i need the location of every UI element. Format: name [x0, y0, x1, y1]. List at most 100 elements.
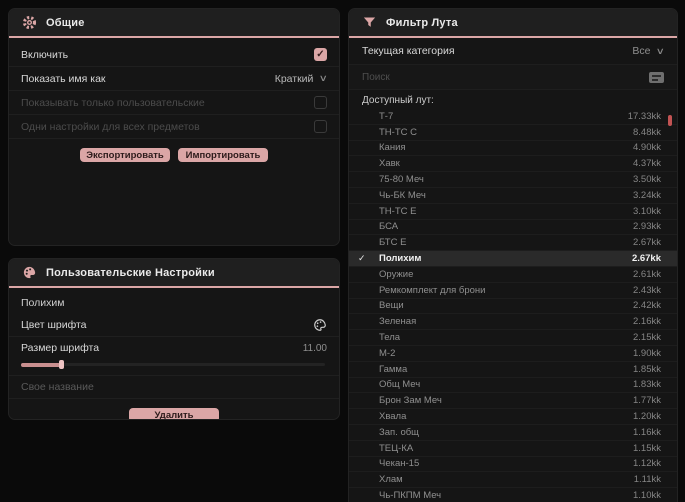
custom-settings-header: Пользовательские Настройки	[9, 259, 339, 288]
loot-item-value: 1.16kk	[633, 426, 661, 438]
loot-item-name: ТН-ТС С	[379, 126, 417, 138]
general-panel: Общие Включить ✓ Показать имя как Кратки…	[8, 8, 340, 246]
font-size-label: Размер шрифта	[21, 342, 100, 354]
loot-row[interactable]: ✓ Вещи 2.42kk	[349, 299, 677, 315]
loot-filter-body: Текущая категория Все ∨ Доступный лут: ✓…	[349, 38, 677, 502]
category-dropdown[interactable]: Все ∨	[632, 45, 666, 57]
loot-item-name: Зеленая	[379, 316, 417, 328]
loot-row[interactable]: ✓ М-2 1.90kk	[349, 346, 677, 362]
font-color-row: Цвет шрифта	[9, 314, 339, 337]
loot-item-value: 1.11kk	[633, 474, 661, 486]
loot-item-name: Полихим	[379, 253, 422, 265]
loot-item-value: 1.77kk	[633, 395, 661, 407]
font-size-slider[interactable]	[21, 359, 325, 370]
loot-item-value: 3.10kk	[633, 205, 661, 217]
loot-item-value: 2.67kk	[633, 237, 661, 249]
loot-item-value: 1.20kk	[633, 411, 661, 423]
loot-item-value: 2.43kk	[633, 284, 661, 296]
show-name-label: Показать имя как	[21, 72, 106, 85]
loot-row[interactable]: ✓ Ремкомплект для брони 2.43kk	[349, 283, 677, 299]
funnel-icon	[362, 15, 377, 30]
chevron-down-icon: ∨	[656, 45, 666, 56]
only-custom-checkbox[interactable]	[314, 96, 327, 109]
loot-item-name: Т-7	[379, 110, 394, 122]
enable-checkbox[interactable]: ✓	[314, 48, 327, 61]
export-button[interactable]: Экспортировать	[80, 148, 170, 162]
same-settings-checkbox[interactable]	[314, 120, 327, 133]
custom-name-row	[9, 376, 339, 399]
loot-item-name: Вещи	[379, 300, 404, 312]
loot-item-name: Гамма	[379, 363, 408, 375]
loot-item-name: М-2	[379, 347, 396, 359]
current-item-name: Полихим	[21, 297, 65, 309]
font-size-value: 11.00	[302, 342, 327, 354]
loot-row[interactable]: ✓ Хвала 1.20kk	[349, 409, 677, 425]
loot-item-name: 75-80 Меч	[379, 174, 424, 186]
custom-settings-title: Пользовательские Настройки	[46, 266, 215, 279]
custom-settings-panel: Пользовательские Настройки Полихим Цвет …	[8, 258, 340, 420]
search-row	[349, 65, 677, 90]
loot-item-value: 2.61kk	[633, 268, 661, 280]
loot-row[interactable]: ✓ Тела 2.15kk	[349, 330, 677, 346]
loot-row[interactable]: ✓ 75-80 Меч 3.50kk	[349, 172, 677, 188]
loot-item-name: Хлам	[379, 474, 403, 486]
loot-item-name: Зап. общ	[379, 426, 419, 438]
loot-item-name: БТС Е	[379, 237, 407, 249]
loot-row[interactable]: ✓ Кания 4.90kk	[349, 141, 677, 157]
loot-item-value: 1.90kk	[633, 347, 661, 359]
general-panel-body: Включить ✓ Показать имя как Краткий ∨ По…	[9, 38, 339, 162]
loot-row[interactable]: ✓ Брон Зам Меч 1.77kk	[349, 393, 677, 410]
loot-row[interactable]: ✓ Чь-БК Меч 3.24kk	[349, 188, 677, 204]
loot-row[interactable]: ✓ Зап. общ 1.16kk	[349, 425, 677, 441]
loot-item-name: Оружие	[379, 268, 414, 280]
loot-row[interactable]: ✓ Общ Меч 1.83kk	[349, 378, 677, 394]
loot-item-value: 3.24kk	[633, 189, 661, 201]
loot-item-value: 4.37kk	[633, 158, 661, 170]
loot-item-name: Чь-БК Меч	[379, 189, 426, 201]
loot-item-value: 2.93kk	[633, 221, 661, 233]
loot-row[interactable]: ✓ Чь-ПКПМ Меч 1.10kk	[349, 488, 677, 502]
keyboard-icon[interactable]	[649, 71, 664, 83]
loot-row[interactable]: ✓ Зеленая 2.16kk	[349, 314, 677, 331]
general-panel-header: Общие	[9, 9, 339, 38]
check-icon: ✓	[316, 48, 325, 60]
loot-row[interactable]: ✓ ТЕЦ-КА 1.15kk	[349, 441, 677, 457]
slider-track	[21, 363, 325, 366]
scrollbar-thumb[interactable]	[668, 115, 672, 126]
loot-item-name: Чь-ПКПМ Меч	[379, 490, 442, 502]
loot-row[interactable]: ✓ ТН-ТС С 8.48kk	[349, 125, 677, 141]
search-input[interactable]	[362, 71, 649, 83]
color-picker-icon[interactable]	[313, 318, 327, 332]
same-settings-label: Одни настройки для всех предметов	[21, 120, 200, 133]
loot-row[interactable]: ✓ Оружие 2.61kk	[349, 267, 677, 283]
enable-label: Включить	[21, 48, 69, 61]
loot-row[interactable]: ✓ ТН-ТС Е 3.10kk	[349, 204, 677, 220]
loot-item-value: 2.15kk	[633, 332, 661, 344]
only-custom-row: Показывать только пользовательские	[9, 91, 339, 115]
loot-item-name: Брон Зам Меч	[379, 395, 442, 407]
loot-row[interactable]: ✓ Полихим 2.67kk	[349, 251, 677, 267]
loot-row[interactable]: ✓ БСА 2.93kk	[349, 220, 677, 236]
selected-check-icon: ✓	[358, 253, 366, 264]
loot-row[interactable]: ✓ Чекан-15 1.12kk	[349, 457, 677, 473]
loot-item-value: 4.90kk	[633, 142, 661, 154]
category-label: Текущая категория	[362, 45, 455, 57]
loot-list: ✓ Т-7 17.33kk ✓ ТН-ТС С 8.48kk ✓ Кания 4…	[349, 109, 677, 502]
loot-item-name: ТЕЦ-КА	[379, 442, 414, 454]
loot-row[interactable]: ✓ Хавк 4.37kk	[349, 156, 677, 173]
loot-item-name: Ремкомплект для брони	[379, 284, 486, 296]
general-panel-title: Общие	[46, 16, 85, 29]
loot-row[interactable]: ✓ Хлам 1.11kk	[349, 472, 677, 489]
loot-row[interactable]: ✓ Т-7 17.33kk	[349, 109, 677, 125]
delete-button[interactable]: Удалить	[129, 408, 219, 419]
loot-row[interactable]: ✓ Гамма 1.85kk	[349, 362, 677, 378]
custom-name-input[interactable]	[21, 376, 327, 398]
loot-row[interactable]: ✓ БТС Е 2.67kk	[349, 235, 677, 252]
show-name-dropdown[interactable]: Краткий ∨	[275, 73, 329, 85]
loot-item-value: 1.12kk	[633, 458, 661, 470]
loot-item-name: ТН-ТС Е	[379, 205, 417, 217]
show-name-row: Показать имя как Краткий ∨	[9, 67, 339, 91]
available-loot-label: Доступный лут:	[362, 95, 434, 106]
import-button[interactable]: Импортировать	[178, 148, 268, 162]
slider-handle[interactable]	[59, 360, 64, 369]
